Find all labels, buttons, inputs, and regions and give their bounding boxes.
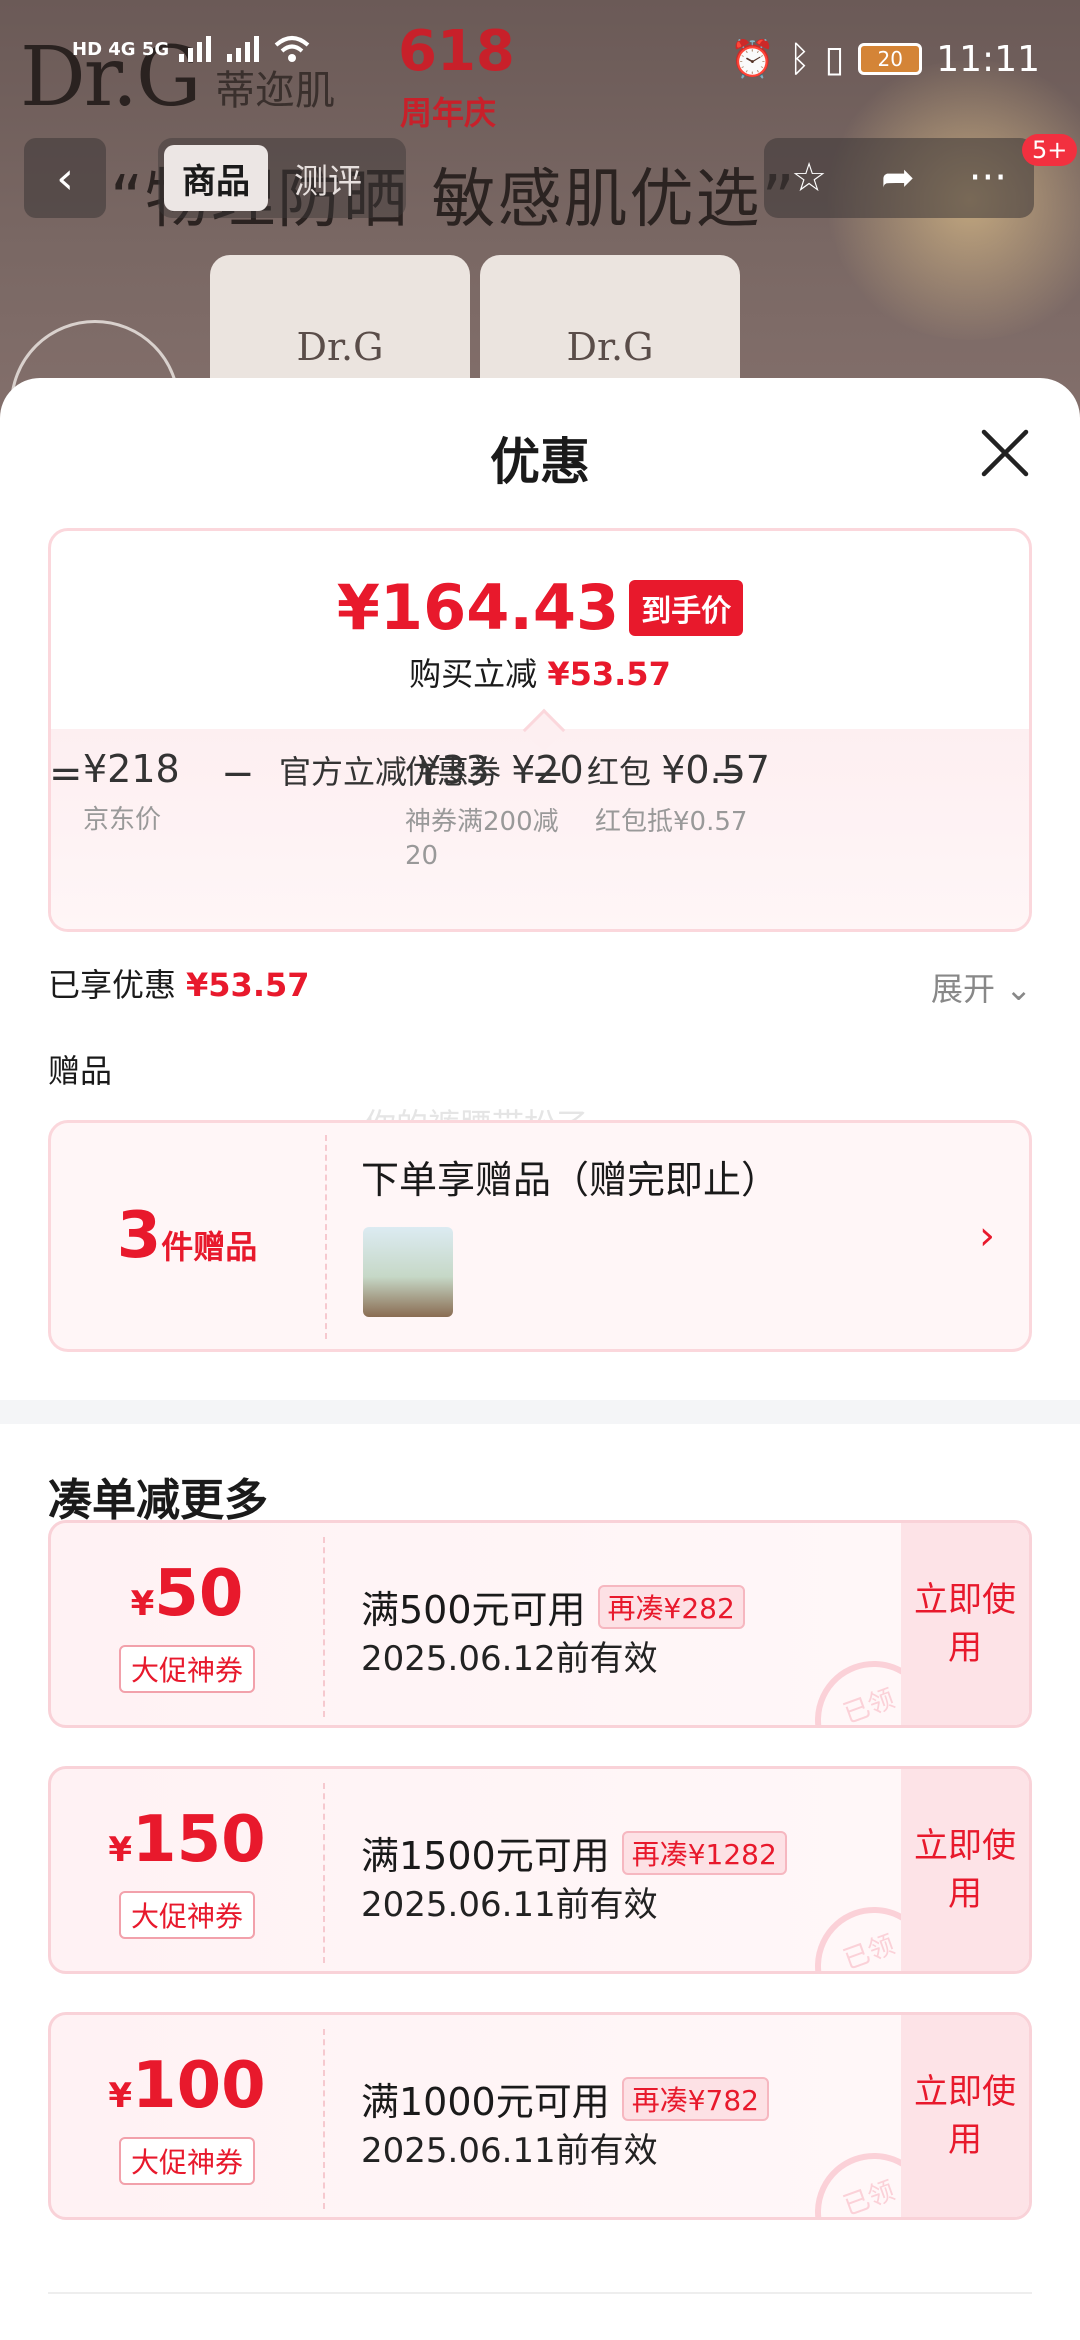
expand-label: 展开 [931,970,996,1008]
coupon-value: ¥50 大促神券 [51,1523,323,1725]
chevron-right-icon: › [979,1213,995,1259]
coupon-validity: 2025.06.11前有效 [361,2131,658,2171]
instant-discount-amount: ¥53.57 [547,655,671,693]
breakdown-desc: 神券满200减20 [405,807,559,871]
alarm-icon: ⏰ [730,39,775,80]
gift-headline: 下单享赠品（赠完即止） [361,1158,780,1202]
coupon-validity: 2025.06.12前有效 [361,1639,658,1679]
breakdown-row: = ¥218 京东价 − 官方立减 ¥33 − 优惠券 ¥20 神券满200减2… [49,729,1029,929]
network-indicators: HD 4G 5G [72,34,311,64]
coupon-card: ¥100 大促神券 满1000元可用 再凑¥782 2025.06.11前有效 … [48,2012,1032,2220]
product-tabs: 商品 测评 [158,138,406,218]
divider [323,1537,325,1717]
tab-review[interactable]: 测评 [276,145,380,211]
coupon-condition: 满500元可用 再凑¥282 [361,1579,745,1634]
coupon-card: ¥50 大促神券 满500元可用 再凑¥282 2025.06.12前有效 已领… [48,1520,1032,1728]
divider [325,1135,327,1339]
breakdown-item: ¥218 京东价 [83,747,180,837]
instant-discount-label: 购买立减 [409,655,538,693]
vibrate-icon: ▯ [824,38,845,80]
coupon-value: ¥100 大促神券 [51,2015,323,2217]
breakdown-item: 红包 ¥0.57 红包抵¥0.57 [587,747,770,839]
system-indicators: ⏰ ᛒ ▯ 20 11:11 [730,38,1040,81]
nav-actions: ☆ ➦ ··· [764,138,1034,218]
discount-sheet: 优惠 ¥164.43 到手价 购买立减 ¥53.57 = ¥218 京东价 − … [0,378,1080,2340]
enjoyed-discount: 已享优惠 ¥53.57 [48,960,310,1006]
chevron-left-icon: ‹ [56,152,74,204]
more-section-title: 凑单减更多 [48,1475,268,1526]
coupon-type: 大促神券 [119,1891,256,1939]
divider [323,2029,325,2209]
breakdown-amount: ¥0.57 [661,748,770,792]
close-icon[interactable] [978,426,1032,480]
wifi-icon [274,36,310,62]
final-price-line: ¥164.43 到手价 [51,571,1029,644]
battery-icon: 20 [858,43,923,75]
section-divider [0,1400,1080,1424]
final-price: ¥164.43 [336,571,620,644]
coupon-condition-text: 满1000元可用 [361,2080,610,2124]
message-badge: 5+ [1022,134,1078,166]
coupon-amount: ¥150 [108,1803,266,1877]
use-coupon-button[interactable]: 立即使用 [901,1523,1029,1725]
clock: 11:11 [936,38,1040,80]
coupon-need-amount: 再凑¥1282 [621,1830,787,1875]
bluetooth-icon: ᛒ [788,38,811,80]
coupon-condition: 满1500元可用 再凑¥1282 [361,1825,787,1880]
gift-count: 3 件赠品 [51,1123,323,1349]
sheet-title: 优惠 [490,433,590,491]
network-label: HD 4G 5G [72,38,170,60]
gift-card[interactable]: 3 件赠品 下单享赠品（赠完即止） › [48,1120,1032,1352]
battery-level: 20 [877,47,903,71]
price-breakdown-card: ¥164.43 到手价 购买立减 ¥53.57 = ¥218 京东价 − 官方立… [48,528,1032,932]
signal-icon [227,36,260,62]
coupon-condition-text: 满1500元可用 [361,1834,610,1878]
coupon-type: 大促神券 [119,1645,256,1693]
gift-section-title: 赠品 [48,1052,113,1090]
more-icon[interactable]: ··· [969,155,1007,201]
chevron-down-icon: ⌄ [1005,970,1032,1008]
use-coupon-button[interactable]: 立即使用 [901,2015,1029,2217]
breakdown-desc: 京东价 [83,805,162,835]
coupon-validity: 2025.06.11前有效 [361,1885,658,1925]
breakdown-label: 优惠券 ¥20 [405,748,584,792]
breakdown-desc: 红包抵¥0.57 [595,807,748,837]
status-bar: HD 4G 5G ⏰ ᛒ ▯ 20 11:11 [0,0,1080,120]
back-button[interactable]: ‹ [24,138,106,218]
coupon-value: ¥150 大促神券 [51,1769,323,1971]
coupon-amount: ¥50 [130,1557,244,1631]
favorite-star-icon[interactable]: ☆ [791,155,827,201]
coupon-type: 大促神券 [119,2137,256,2185]
gift-thumbnail [363,1227,453,1317]
divider [323,1783,325,1963]
share-icon[interactable]: ➦ [881,155,915,201]
price-summary: ¥164.43 到手价 购买立减 ¥53.57 [51,531,1029,735]
breakdown-label: 红包 ¥0.57 [587,748,770,792]
tube-label: Dr.G [566,325,654,369]
enjoyed-amount: ¥53.57 [186,966,310,1004]
gift-count-number: 3 [116,1199,162,1273]
coupon-card: ¥150 大促神券 满1500元可用 再凑¥1282 2025.06.11前有效… [48,1766,1032,1974]
breakdown-item: 优惠券 ¥20 神券满200减20 [405,747,585,873]
coupon-amount: ¥100 [108,2049,266,2123]
tab-product[interactable]: 商品 [164,145,268,211]
final-price-tag: 到手价 [629,579,744,636]
coupon-need-amount: 再凑¥282 [597,1584,745,1629]
divider [48,2292,1032,2294]
instant-discount: 购买立减 ¥53.57 [51,649,1029,695]
coupon-need-amount: 再凑¥782 [621,2076,769,2121]
enjoyed-label: 已享优惠 [48,966,177,1004]
gift-count-label: 件赠品 [161,1228,258,1266]
tube-label: Dr.G [296,325,384,369]
expand-button[interactable]: 展开 ⌄ [931,964,1032,1010]
equals-operator: = [49,751,83,797]
breakdown-amount: ¥218 [83,747,180,791]
breakdown-label: ¥218 [83,747,180,791]
breakdown-amount: ¥20 [511,748,584,792]
coupon-condition: 满1000元可用 再凑¥782 [361,2071,769,2126]
signal-icon [179,36,212,62]
use-coupon-button[interactable]: 立即使用 [901,1769,1029,1971]
coupon-condition-text: 满500元可用 [361,1588,586,1632]
